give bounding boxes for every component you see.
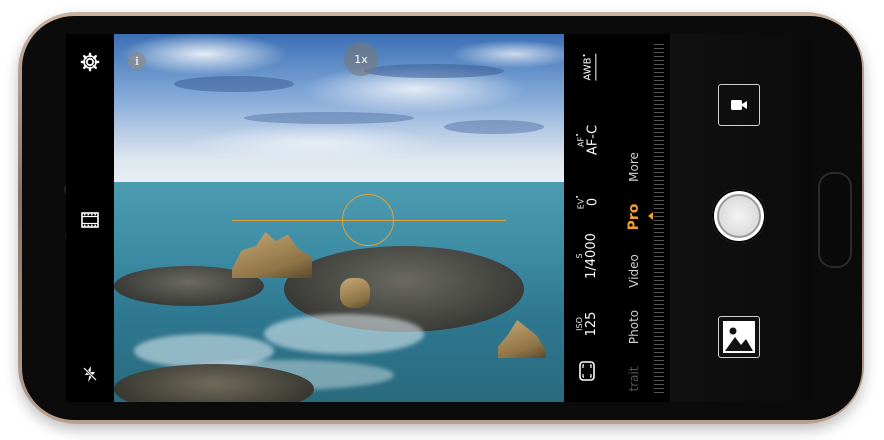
- video-camera-icon[interactable]: [718, 84, 760, 126]
- camera-screen: 1x i AWB• AF• AF-C EV• 0 S 1/4000 ISO 12…: [66, 34, 814, 402]
- gear-icon[interactable]: [80, 52, 100, 72]
- mode-more-label: More: [627, 152, 641, 182]
- awb-indicator: •: [580, 53, 589, 58]
- af-indicator: •: [573, 132, 582, 137]
- cloud: [364, 64, 504, 78]
- mode-more[interactable]: More: [614, 142, 654, 192]
- mode-photo-label: Photo: [627, 309, 641, 345]
- cloud: [174, 76, 294, 92]
- gallery-thumbnail-icon[interactable]: [718, 316, 760, 358]
- left-toolbar: [66, 34, 114, 402]
- af-value: AF-C: [585, 124, 601, 156]
- wave-foam: [264, 314, 424, 354]
- shutter-button[interactable]: [712, 189, 766, 243]
- ev-indicator: •: [573, 194, 582, 199]
- mode-photo[interactable]: Photo: [614, 302, 654, 352]
- capture-panel: [670, 34, 814, 402]
- cloud: [444, 120, 544, 134]
- mode-pro-label: Pro: [626, 203, 642, 231]
- mode-video[interactable]: Video: [614, 246, 654, 296]
- zoom-button[interactable]: 1x: [344, 42, 378, 76]
- focus-ring[interactable]: [342, 194, 394, 246]
- awb-param[interactable]: AWB•: [564, 42, 610, 92]
- rock: [340, 278, 370, 308]
- aspect-ratio-icon[interactable]: [564, 346, 610, 396]
- iso-label: ISO: [575, 317, 584, 331]
- active-mode-caret: [648, 212, 653, 220]
- viewfinder-sky: [114, 34, 564, 182]
- cloud: [244, 112, 414, 124]
- mode-portrait-label: trait: [627, 366, 641, 392]
- awb-label: AWB: [582, 57, 594, 81]
- ev-value: 0: [585, 197, 601, 207]
- mode-portrait[interactable]: trait: [614, 354, 654, 402]
- af-label: AF: [576, 136, 586, 148]
- mode-dial: More Pro Video Photo trait: [614, 34, 670, 402]
- shutter-speed-value: 1/4000: [584, 233, 599, 279]
- shutter-speed-label: S: [575, 253, 584, 259]
- info-icon[interactable]: i: [128, 52, 146, 70]
- pro-parameters: AWB• AF• AF-C EV• 0 S 1/4000 ISO 125: [564, 34, 610, 402]
- viewfinder[interactable]: 1x i: [114, 34, 564, 402]
- fingerprint-key: [818, 172, 852, 268]
- film-strip-icon[interactable]: [80, 210, 100, 230]
- ev-label: EV: [576, 198, 586, 210]
- iso-value: 125: [584, 311, 599, 337]
- dial-ticks: [654, 44, 664, 394]
- mode-video-label: Video: [627, 254, 641, 288]
- shutter-icon: [717, 194, 761, 238]
- flash-off-icon[interactable]: [80, 364, 100, 384]
